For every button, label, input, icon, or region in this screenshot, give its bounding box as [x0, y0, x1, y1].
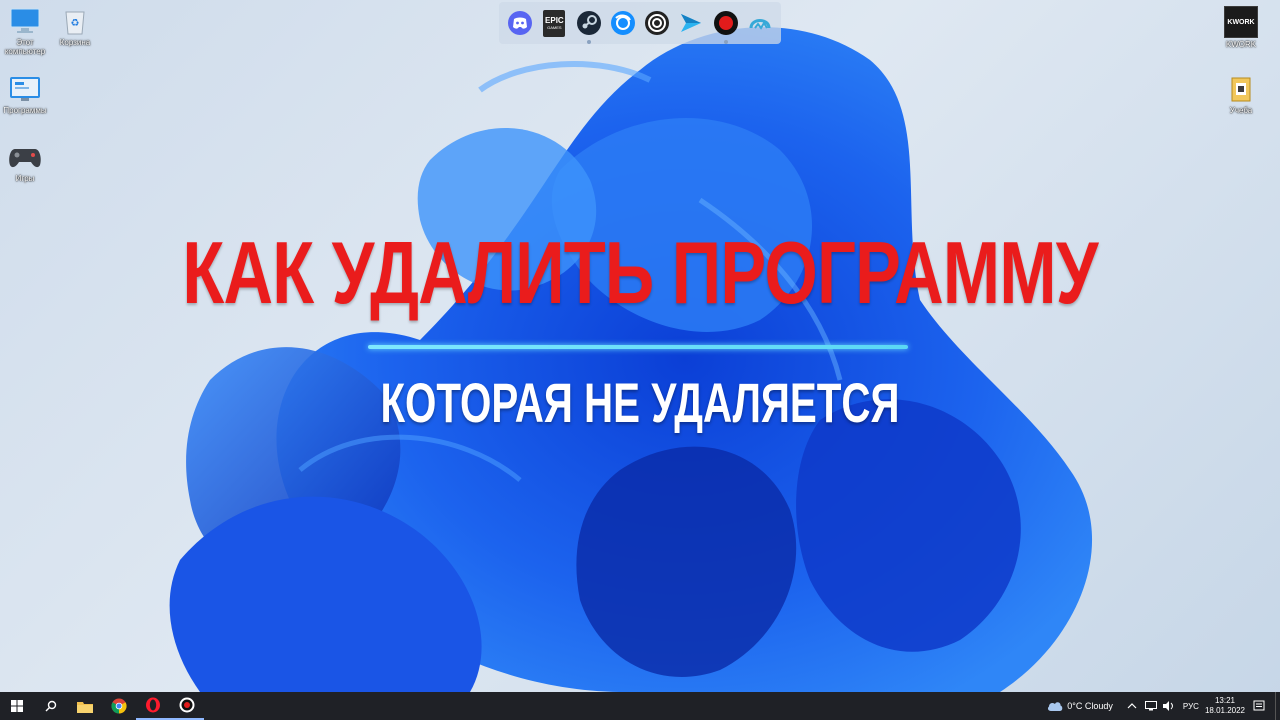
record-icon — [713, 11, 738, 35]
dock-item-steam[interactable] — [575, 9, 603, 44]
dock-item-epic-games[interactable]: EPIC GAMES — [540, 9, 568, 37]
chrome-icon — [111, 698, 127, 714]
steam-icon — [576, 11, 601, 35]
dock-item-arrow-app[interactable] — [677, 9, 705, 37]
taskbar-recorder[interactable] — [170, 692, 204, 720]
clock[interactable]: 13:21 18.01.2022 — [1205, 696, 1245, 716]
headline-divider — [368, 345, 908, 349]
dock-item-ubisoft[interactable] — [643, 9, 671, 37]
running-indicator — [586, 40, 591, 44]
desktop-icon-games[interactable]: Игры — [0, 142, 54, 183]
dock-item-discord[interactable] — [506, 9, 534, 37]
app-launcher-dock: EPIC GAMES — [499, 2, 781, 44]
clock-date: 18.01.2022 — [1204, 706, 1245, 715]
windows-logo-icon — [11, 700, 23, 712]
show-desktop-button[interactable] — [1275, 692, 1280, 720]
taskbar: 0°C Cloudy РУС 13:21 18.01.2022 — [0, 692, 1280, 720]
start-button[interactable] — [0, 692, 34, 720]
language-indicator[interactable]: РУС — [1183, 702, 1199, 711]
chevron-up-icon[interactable] — [1127, 702, 1137, 710]
volume-icon[interactable] — [1162, 701, 1175, 711]
epic-games-icon: EPIC GAMES — [543, 9, 566, 37]
video-headline: КАК УДАЛИТЬ ПРОГРАММУ — [182, 223, 1098, 322]
computer-icon — [8, 6, 42, 36]
arrow-icon — [681, 14, 702, 32]
network-icon[interactable] — [1144, 701, 1157, 711]
search-button[interactable] — [34, 692, 68, 720]
opera-icon — [146, 697, 160, 713]
battlenet-icon — [610, 11, 635, 35]
desktop-icon-programs[interactable]: Программы — [0, 74, 54, 115]
kwork-icon: KWORK — [1224, 6, 1258, 38]
svg-text:♻: ♻ — [71, 18, 80, 29]
programs-folder-icon — [8, 74, 42, 104]
dock-item-vpn[interactable] — [746, 9, 774, 37]
dock-item-battlenet[interactable] — [609, 9, 637, 37]
folder-icon — [1224, 74, 1258, 104]
vpn-icon — [749, 19, 771, 30]
record-icon — [179, 697, 195, 713]
system-tray: 0°C Cloudy РУС 13:21 18.01.2022 — [1047, 692, 1280, 720]
epic-logo-text: EPIC — [545, 16, 564, 25]
discord-icon — [508, 11, 533, 35]
ubisoft-icon — [645, 11, 670, 35]
cloud-icon — [1048, 702, 1063, 711]
desktop-icon-kwork[interactable]: KWORK KWORK — [1212, 6, 1270, 49]
recycle-bin-icon: ♻ — [58, 6, 92, 36]
desktop-icon-label: Игры — [15, 174, 35, 183]
taskbar-opera[interactable] — [136, 692, 170, 720]
taskbar-chrome[interactable] — [102, 692, 136, 720]
notifications-icon[interactable] — [1253, 700, 1265, 712]
desktop-icon-study[interactable]: Учеба — [1212, 74, 1270, 115]
desktop-icon-recycle-bin[interactable]: ♻ Корзина — [46, 6, 104, 47]
desktop-icon-label: Программы — [3, 106, 47, 115]
epic-logo-subtext: GAMES — [547, 25, 562, 30]
search-icon — [45, 700, 57, 712]
clock-time: 13:21 — [1214, 696, 1235, 705]
kwork-tile-text: KWORK — [1227, 18, 1255, 26]
desktop-icon-label: Учеба — [1229, 106, 1253, 115]
video-subheadline: КОТОРАЯ НЕ УДАЛЯЕТСЯ — [380, 371, 900, 434]
desktop-icon-label: Корзина — [59, 38, 91, 47]
running-indicator — [723, 40, 728, 44]
taskbar-file-explorer[interactable] — [68, 692, 102, 720]
desktop-icon-label: KWORK — [1225, 40, 1257, 49]
gamepad-icon — [8, 142, 42, 172]
dock-item-recorder[interactable] — [712, 9, 740, 44]
weather-text[interactable]: 0°C Cloudy — [1067, 701, 1113, 711]
folder-icon — [77, 701, 93, 713]
